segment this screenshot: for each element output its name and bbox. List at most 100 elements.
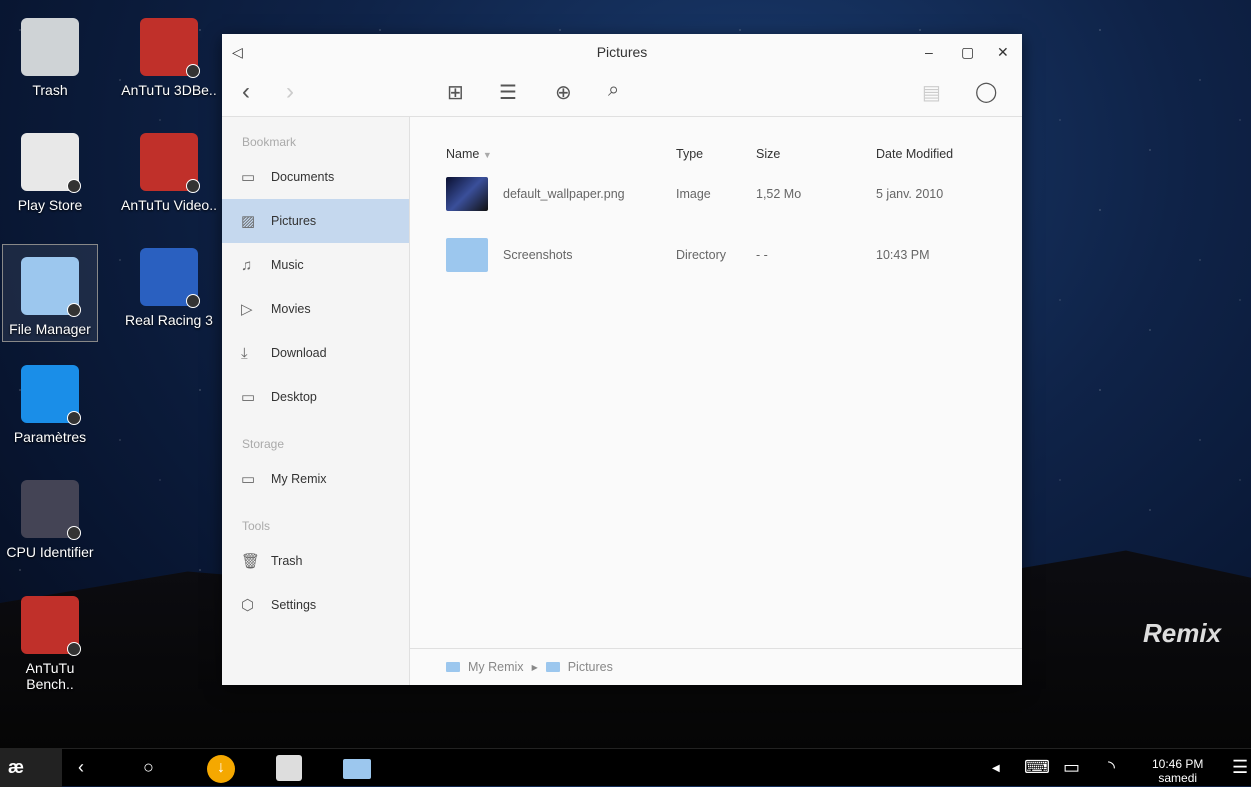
- movies-icon: ▷: [241, 301, 253, 318]
- grid-view-icon[interactable]: ⊞: [447, 80, 464, 105]
- sidebar-item-pictures[interactable]: ▨ Pictures: [222, 199, 409, 243]
- file-manager-app[interactable]: [343, 759, 371, 779]
- desktop-icon-label: AnTuTu Video..: [121, 197, 217, 213]
- desktop-icon[interactable]: Real Racing 3: [121, 248, 217, 328]
- close-button[interactable]: ✕: [997, 44, 1009, 61]
- breadcrumb-pictures[interactable]: Pictures: [568, 660, 613, 674]
- sidebar-item-my-remix[interactable]: ▭ My Remix: [222, 457, 409, 501]
- app-icon: [21, 365, 81, 425]
- column-type[interactable]: Type: [676, 147, 703, 161]
- sidebar-item-music[interactable]: ♫ Music: [222, 243, 409, 287]
- desktop-icon[interactable]: AnTuTu 3DBe..: [121, 18, 217, 98]
- sidebar-header: Storage: [242, 437, 285, 451]
- desktop-icon[interactable]: Trash: [2, 18, 98, 98]
- sidebar-item-label: Desktop: [271, 390, 317, 404]
- file-type: Image: [676, 187, 711, 201]
- back-button[interactable]: ‹: [242, 78, 250, 106]
- desktop-icon[interactable]: File Manager: [2, 244, 98, 342]
- breadcrumb: My Remix ▶ Pictures: [410, 648, 1022, 685]
- sidebar-item-label: Trash: [271, 554, 303, 568]
- sidebar-item-label: Movies: [271, 302, 311, 316]
- file-name: Screenshots: [503, 248, 573, 262]
- app-icon: [140, 133, 200, 193]
- app-icon: [140, 18, 200, 78]
- desktop-icon[interactable]: AnTuTu Bench..: [2, 596, 98, 692]
- app-icon: [140, 248, 200, 308]
- shortcut-icon: [67, 303, 81, 317]
- column-date[interactable]: Date Modified: [876, 147, 953, 161]
- keyboard-icon[interactable]: ⌨: [1024, 757, 1050, 778]
- new-folder-icon[interactable]: ⊕: [555, 80, 572, 105]
- shortcut-icon: [67, 526, 81, 540]
- desktop-icon[interactable]: Paramètres: [2, 365, 98, 445]
- app-icon: [21, 257, 81, 317]
- home-button[interactable]: ○: [143, 757, 154, 778]
- toolbar: ‹ › ⊞ ☰ ⊕ ⌕ ▤ ◯: [222, 70, 1022, 117]
- shortcut-icon: [186, 64, 200, 78]
- file-size: 1,52 Mo: [756, 187, 802, 201]
- settings-icon: ⬡: [241, 597, 255, 614]
- search-icon[interactable]: ⌕: [608, 79, 619, 102]
- sidebar-item-label: Settings: [271, 598, 317, 612]
- desktop-icon-label: CPU Identifier: [6, 544, 94, 560]
- file-type: Directory: [676, 248, 727, 262]
- select-icon[interactable]: ◯: [975, 79, 997, 104]
- window-title: Pictures: [596, 44, 648, 60]
- sidebar-header: Bookmark: [242, 135, 297, 149]
- desktop-icon-label: Trash: [32, 82, 68, 98]
- collapse-icon[interactable]: ◁: [232, 44, 243, 61]
- folder-icon: [446, 238, 488, 272]
- sidebar-item-download[interactable]: ⤓ Download: [222, 331, 409, 375]
- sort-icon[interactable]: ☰: [499, 80, 517, 105]
- trash-icon: 🗑: [241, 553, 261, 570]
- wifi-icon: ◝: [1108, 757, 1115, 777]
- breadcrumb-my-remix[interactable]: My Remix: [468, 660, 524, 674]
- sidebar-item-label: Download: [271, 346, 327, 360]
- desktop-icon[interactable]: CPU Identifier: [2, 480, 98, 560]
- file-date: 5 janv. 2010: [876, 187, 944, 201]
- file-date: 10:43 PM: [876, 248, 930, 262]
- desktop-icon: ▭: [241, 389, 256, 406]
- sidebar-item-label: Music: [271, 258, 304, 272]
- sidebar-item-trash[interactable]: 🗑 Trash: [222, 539, 409, 583]
- pictures-icon: ▨: [241, 213, 256, 230]
- play-store-app[interactable]: [276, 755, 302, 781]
- app-icon: [21, 133, 81, 193]
- app-icon: [21, 596, 81, 656]
- menu-icon[interactable]: ☰: [1232, 757, 1248, 778]
- desktop-icon[interactable]: AnTuTu Video..: [121, 133, 217, 213]
- file-manager-window: ◁ Pictures – ▢ ✕ ‹ › ⊞ ☰ ⊕ ⌕ ▤ ◯ Bookmar…: [222, 34, 1022, 685]
- shortcut-icon: [186, 179, 200, 193]
- my-remix-icon: ▭: [241, 471, 256, 488]
- folder-icon: [446, 662, 460, 672]
- desktop-icon-label: Real Racing 3: [125, 312, 213, 328]
- app-icon: [21, 18, 79, 76]
- desktop-icon-label: File Manager: [9, 321, 91, 337]
- sidebar-item-desktop[interactable]: ▭ Desktop: [222, 375, 409, 419]
- desktop-icon[interactable]: Play Store: [2, 133, 98, 213]
- sidebar-item-settings[interactable]: ⬡ Settings: [222, 583, 409, 627]
- battery-icon: ▭: [1063, 757, 1081, 777]
- sidebar-item-movies[interactable]: ▷ Movies: [222, 287, 409, 331]
- column-name[interactable]: Name ▼: [446, 147, 492, 161]
- start-button[interactable]: æ: [0, 749, 62, 787]
- sidebar-item-documents[interactable]: ▭ Documents: [222, 155, 409, 199]
- maximize-button[interactable]: ▢: [961, 44, 974, 61]
- desktop-icon-label: AnTuTu 3DBe..: [121, 82, 217, 98]
- minimize-button[interactable]: –: [925, 44, 933, 60]
- downloader-app[interactable]: ↓: [207, 755, 235, 783]
- desktop-icon-label: AnTuTu Bench..: [25, 660, 75, 692]
- column-size[interactable]: Size: [756, 147, 780, 161]
- chevron-right-icon: ▶: [531, 662, 538, 672]
- app-icon: [21, 480, 81, 540]
- back-nav-button[interactable]: ‹: [78, 757, 84, 778]
- file-list: Name ▼ Type Size Date Modified default_w…: [410, 117, 1022, 648]
- shortcut-icon: [67, 179, 81, 193]
- forward-button[interactable]: ›: [286, 78, 294, 106]
- remix-logo: Remix: [1143, 618, 1222, 648]
- clipboard-icon[interactable]: ▤: [922, 80, 941, 105]
- tray-expand-icon[interactable]: ◀: [992, 763, 1000, 774]
- file-name: default_wallpaper.png: [503, 187, 625, 201]
- shortcut-icon: [67, 411, 81, 425]
- shortcut-icon: [67, 642, 81, 656]
